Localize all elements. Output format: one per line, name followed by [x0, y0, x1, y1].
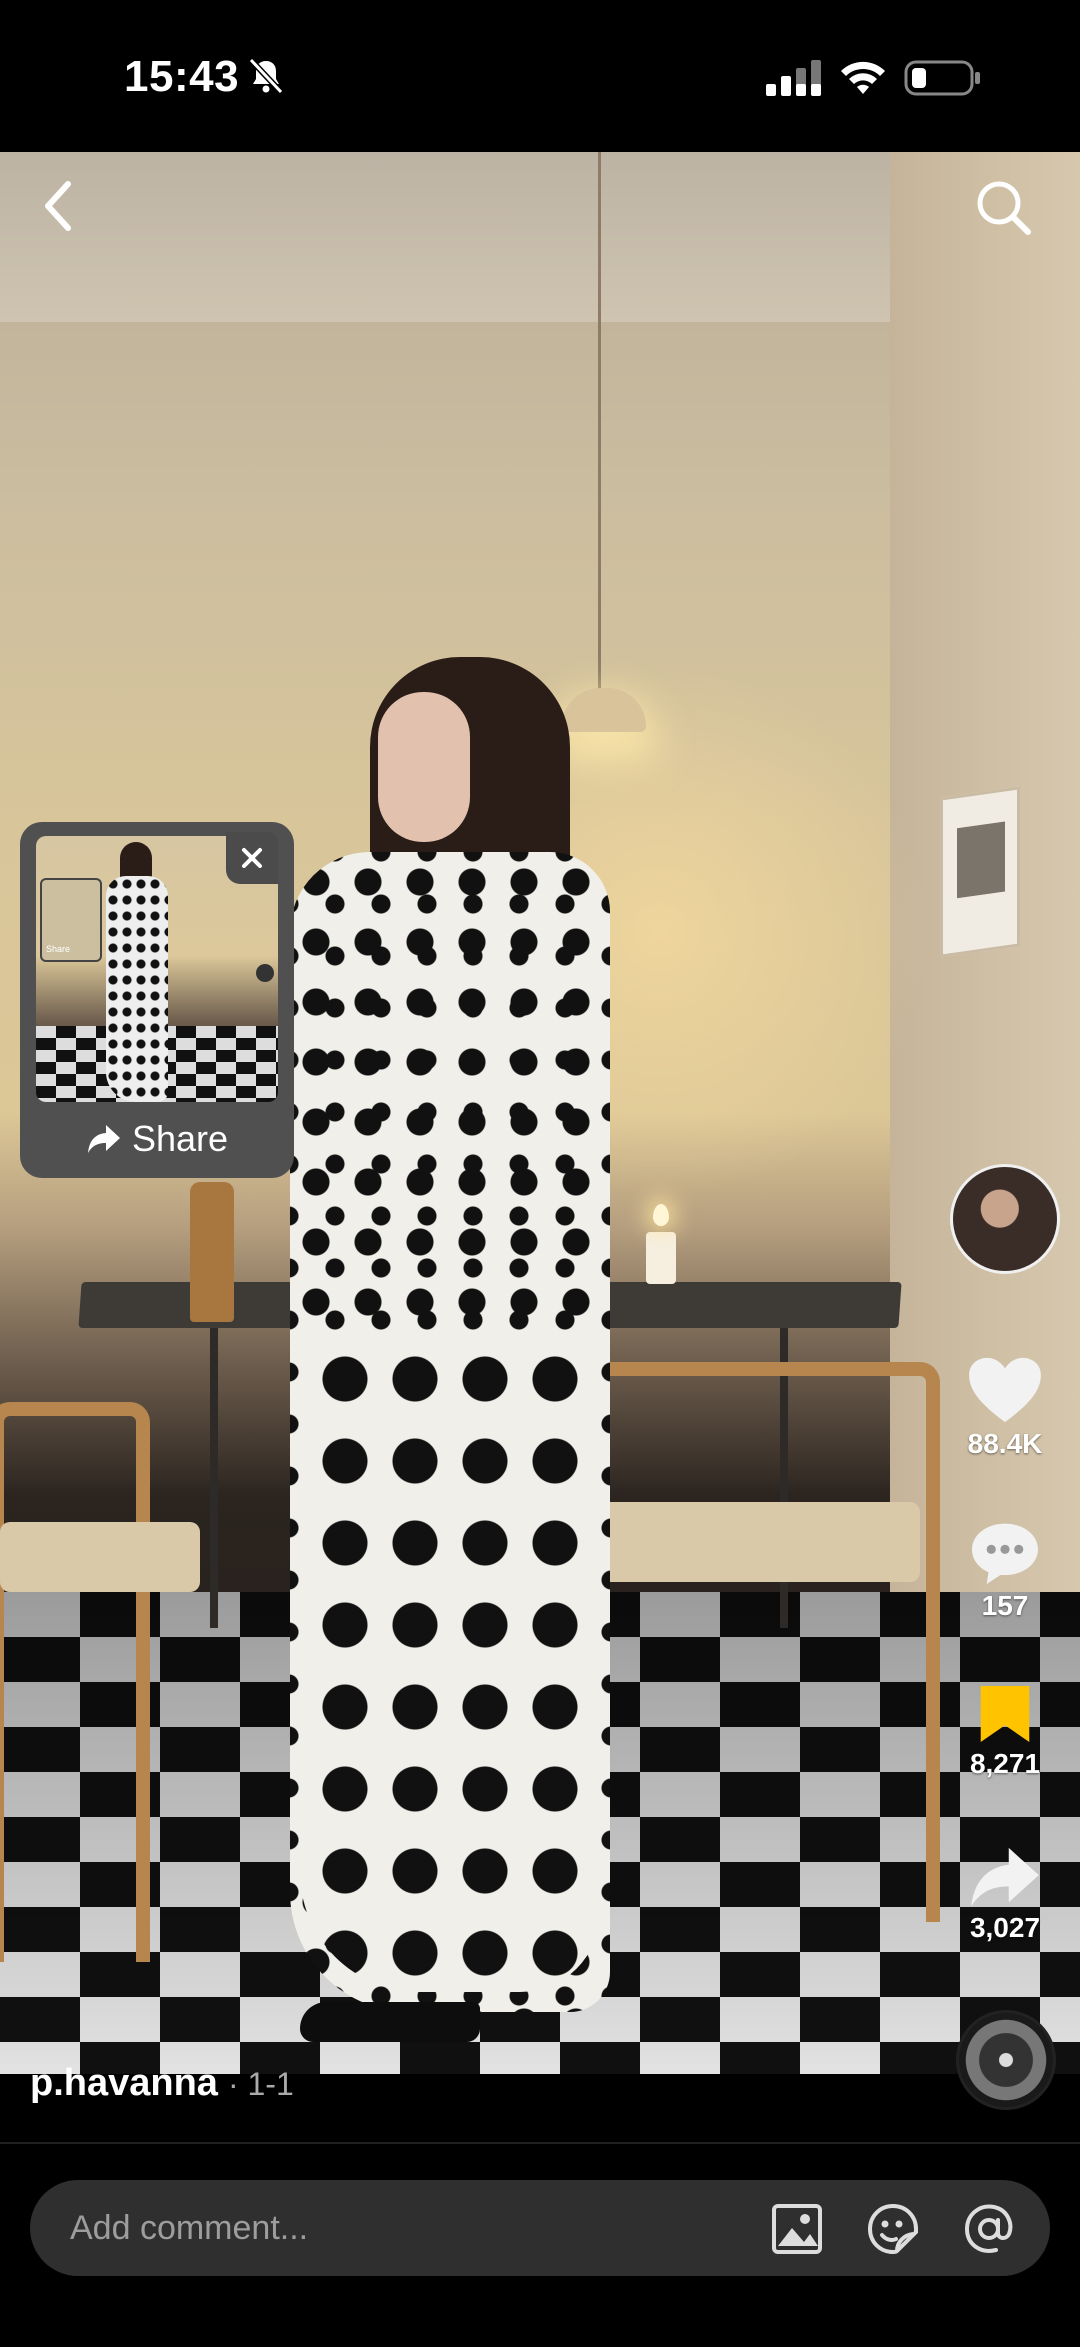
search-icon[interactable]: [972, 176, 1036, 240]
nested-preview-label: Share: [46, 944, 71, 954]
chevron-left-icon[interactable]: [28, 170, 88, 242]
comment-count: 157: [981, 1590, 1029, 1621]
comment-input[interactable]: [70, 2180, 730, 2276]
comment-button[interactable]: 157: [940, 1520, 1070, 1622]
scene-bottle: [190, 1182, 234, 1322]
mention-at-icon[interactable]: [962, 2202, 1016, 2256]
post-meta: · 1-1: [227, 2066, 294, 2102]
creator-avatar[interactable]: [950, 1164, 1060, 1274]
scene-wall-frame: [940, 786, 1020, 958]
scene-lamp-cord: [598, 152, 601, 692]
heart-icon: [969, 1357, 1041, 1423]
sticker-emoji-icon[interactable]: [866, 2202, 920, 2256]
post-author-row: p.havanna · 1-1: [30, 2062, 294, 2105]
divider: [0, 2142, 1080, 2144]
wifi-icon: [841, 61, 885, 94]
image-icon[interactable]: [770, 2202, 824, 2256]
scene-chair: [0, 1402, 150, 1962]
status-bar: 15:43: [0, 0, 1080, 152]
bookmark-icon: [980, 1686, 1030, 1742]
status-time: 15:43: [124, 52, 240, 101]
nested-preview: Share: [40, 878, 102, 962]
cellular-signal-icon: [766, 60, 821, 96]
battery-icon: [904, 60, 980, 96]
close-button[interactable]: [226, 832, 278, 884]
comment-bubble-icon: [972, 1523, 1038, 1585]
share-arrow-icon: [87, 1125, 120, 1153]
person-face: [378, 692, 470, 842]
person-shoe: [300, 2002, 480, 2042]
like-count: 88.4K: [967, 1428, 1043, 1459]
bell-slash-icon: [248, 57, 284, 95]
share-count: 3,027: [969, 1912, 1041, 1943]
author-name[interactable]: p.havanna: [30, 2062, 218, 2105]
scene-chair: [580, 1362, 940, 1922]
save-count: 8,271: [969, 1748, 1041, 1779]
save-button[interactable]: 8,271: [940, 1684, 1070, 1780]
like-button[interactable]: 88.4K: [940, 1356, 1070, 1460]
scene-candle: [646, 1232, 676, 1284]
music-disc[interactable]: [956, 2010, 1056, 2110]
share-action-button[interactable]: 3,027: [940, 1846, 1070, 1944]
comment-bar: [30, 2180, 1050, 2276]
share-button-label: Share: [131, 1118, 229, 1159]
close-icon: [242, 848, 262, 868]
share-arrow-icon: [971, 1847, 1039, 1907]
share-button[interactable]: Share: [20, 1106, 294, 1172]
polka-dot-dress-hem: [300, 1332, 600, 1992]
share-popup: Share Share: [20, 822, 294, 1178]
